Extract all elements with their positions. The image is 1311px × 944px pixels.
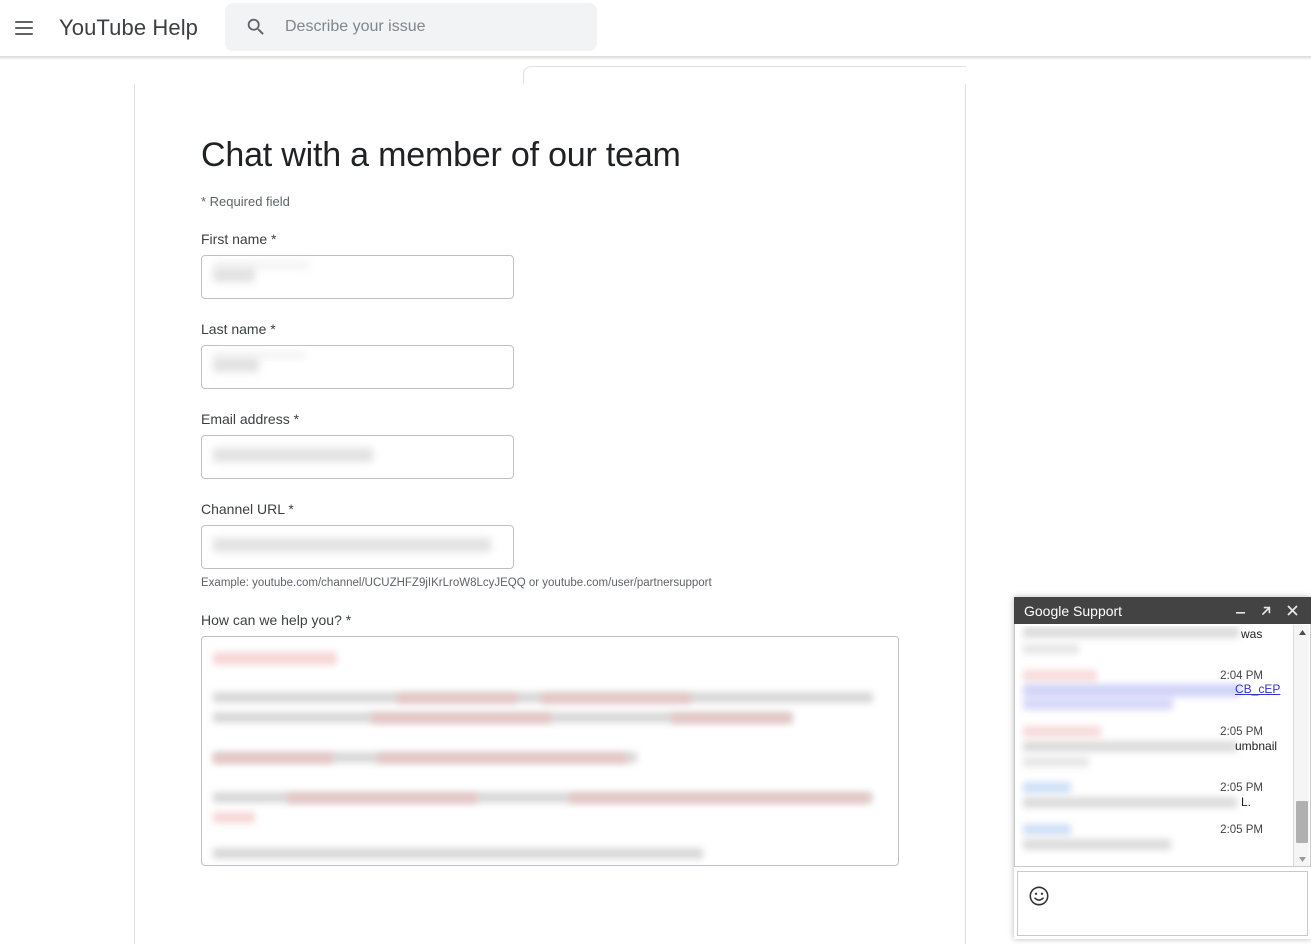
chat-scrollbar-thumb[interactable] bbox=[1296, 801, 1308, 843]
chat-message-tail: L. bbox=[1241, 795, 1252, 809]
textarea-holder-message bbox=[201, 636, 899, 871]
field-first-name: First name * bbox=[201, 231, 961, 299]
redaction-overlay bbox=[1023, 726, 1101, 737]
header-shadow bbox=[0, 56, 1311, 60]
field-channel-url: Channel URL * Example: youtube.com/chann… bbox=[201, 501, 961, 590]
scroll-up-arrow-icon[interactable] bbox=[1294, 625, 1310, 639]
chat-message-timestamp: 2:04 PM bbox=[1220, 670, 1263, 682]
chat-messages-viewport: was 2:04 PM CB_cEP 2:05 PM umbnail 2:05 … bbox=[1019, 626, 1287, 865]
emoji-smiley-icon[interactable] bbox=[1028, 885, 1050, 907]
required-field-note: * Required field bbox=[201, 194, 290, 209]
chat-scrollbar[interactable] bbox=[1293, 625, 1309, 866]
redaction-overlay bbox=[1023, 627, 1239, 638]
input-holder-last-name bbox=[201, 345, 514, 389]
search-box[interactable] bbox=[225, 3, 597, 51]
field-label-email: Email address * bbox=[201, 411, 300, 427]
hamburger-line bbox=[15, 33, 33, 35]
chat-request-form: Chat with a member of our team * Require… bbox=[201, 134, 961, 871]
field-email-address: Email address * bbox=[201, 411, 961, 479]
redaction-overlay bbox=[1023, 684, 1241, 697]
field-label-channel-url: Channel URL * bbox=[201, 501, 294, 517]
scroll-down-arrow-icon[interactable] bbox=[1294, 852, 1310, 866]
field-label-last-name: Last name * bbox=[201, 321, 276, 337]
input-holder-first-name bbox=[201, 255, 514, 299]
content-card: Chat with a member of our team * Require… bbox=[134, 84, 966, 944]
redaction-overlay bbox=[1023, 741, 1237, 752]
chat-message-timestamp: 2:05 PM bbox=[1220, 824, 1263, 836]
redaction-overlay bbox=[1023, 839, 1171, 850]
chat-expand-button[interactable] bbox=[1253, 600, 1279, 622]
redaction-overlay bbox=[1023, 670, 1097, 681]
chat-minimize-button[interactable] bbox=[1227, 600, 1253, 622]
chat-message-link[interactable]: CB_cEP bbox=[1235, 682, 1280, 696]
chat-message-input[interactable] bbox=[1056, 880, 1300, 930]
message-textarea[interactable] bbox=[201, 636, 899, 866]
last-name-input[interactable] bbox=[201, 345, 514, 389]
field-last-name: Last name * bbox=[201, 321, 961, 389]
redaction-overlay bbox=[1023, 644, 1079, 654]
search-icon bbox=[247, 18, 264, 35]
chat-message-list: was 2:04 PM CB_cEP 2:05 PM umbnail 2:05 … bbox=[1014, 624, 1311, 867]
redaction-overlay bbox=[1023, 698, 1173, 710]
hamburger-menu-icon[interactable] bbox=[0, 4, 48, 52]
redaction-overlay bbox=[1023, 797, 1237, 808]
channel-url-hint: Example: youtube.com/channel/UCUZHFZ9jIK… bbox=[201, 577, 712, 589]
redaction-overlay bbox=[1023, 782, 1071, 793]
chat-message-timestamp: 2:05 PM bbox=[1220, 782, 1263, 794]
chat-input-area bbox=[1017, 871, 1308, 936]
field-label-message: How can we help you? * bbox=[201, 612, 352, 628]
minimize-icon bbox=[1235, 612, 1245, 614]
expand-arrow-icon bbox=[1261, 606, 1271, 615]
field-label-first-name: First name * bbox=[201, 231, 277, 247]
chat-widget-title: Google Support bbox=[1024, 602, 1123, 619]
channel-url-input[interactable] bbox=[201, 525, 514, 569]
google-support-chat-widget: Google Support was 2:04 PM CB_cEP 2:05 P… bbox=[1014, 597, 1311, 939]
top-header-bar: YouTube Help bbox=[0, 0, 1311, 56]
hamburger-line bbox=[15, 21, 33, 23]
search-input[interactable] bbox=[285, 18, 585, 36]
chat-message-tail: was bbox=[1241, 627, 1263, 641]
close-icon bbox=[1287, 605, 1297, 616]
redaction-overlay bbox=[1023, 757, 1089, 767]
chat-message-timestamp: 2:05 PM bbox=[1220, 726, 1263, 738]
chat-message-tail: umbnail bbox=[1235, 739, 1278, 753]
chat-widget-header[interactable]: Google Support bbox=[1014, 597, 1311, 624]
hamburger-line bbox=[15, 27, 33, 29]
first-name-input[interactable] bbox=[201, 255, 514, 299]
email-input[interactable] bbox=[201, 435, 514, 479]
input-holder-channel-url bbox=[201, 525, 514, 569]
chat-close-button[interactable] bbox=[1279, 600, 1305, 622]
redaction-overlay bbox=[1023, 824, 1071, 835]
input-holder-email bbox=[201, 435, 514, 479]
brand-title[interactable]: YouTube Help bbox=[59, 15, 198, 41]
page-title: Chat with a member of our team bbox=[201, 136, 681, 174]
field-message: How can we help you? * bbox=[201, 612, 961, 871]
